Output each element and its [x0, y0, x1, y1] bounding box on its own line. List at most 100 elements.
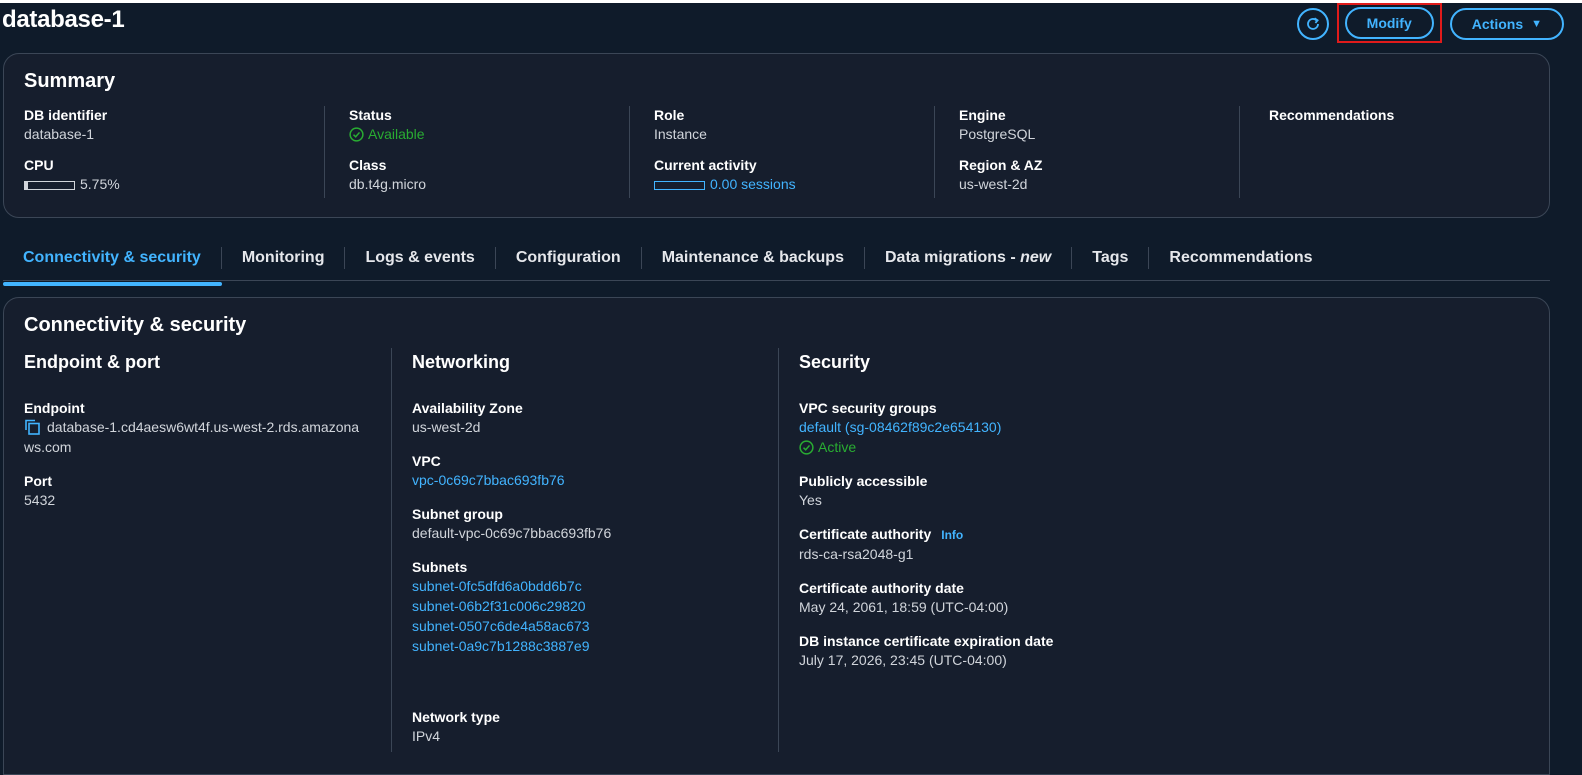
cpu-label: CPU	[24, 157, 54, 173]
vpc-sg-field: VPC security groups default (sg-08462f89…	[799, 399, 1278, 457]
cert-exp-field: DB instance certificate expiration date …	[799, 632, 1278, 670]
port-value: 5432	[24, 492, 56, 508]
port-field: Port 5432	[24, 472, 391, 510]
endpoint-port-column: Endpoint & port Endpoint database-1.cd4a…	[24, 348, 391, 752]
tab-maintenance-backups[interactable]: Maintenance & backups	[640, 247, 864, 269]
tab-configuration[interactable]: Configuration	[494, 247, 641, 269]
az-label: Availability Zone	[412, 400, 523, 416]
ca-date-label: Certificate authority date	[799, 580, 964, 596]
region-value: us-west-2d	[959, 176, 1028, 192]
ca-info-link[interactable]: Info	[941, 528, 963, 542]
modify-highlight: Modify	[1336, 3, 1442, 43]
subnet-link[interactable]: subnet-0fc5dfd6a0bdd6b7c	[412, 578, 582, 594]
networking-column: Networking Availability Zone us-west-2d …	[391, 348, 778, 752]
subnet-group-label: Subnet group	[412, 506, 503, 522]
ca-field: Certificate authority Info rds-ca-rsa2048…	[799, 525, 1278, 564]
cpu-meter	[24, 180, 75, 190]
class-label: Class	[349, 157, 387, 173]
tab-new-badge: new	[1020, 249, 1052, 266]
check-circle-icon	[349, 126, 364, 142]
activity-meter	[654, 180, 705, 190]
ca-label-row: Certificate authority Info	[799, 525, 1278, 544]
public-value: Yes	[799, 492, 822, 508]
endpoint-line-2: ws.com	[24, 439, 72, 455]
subnet-link[interactable]: subnet-0a9c7b1288c3887e9	[412, 638, 590, 654]
tab-tags[interactable]: Tags	[1071, 247, 1148, 269]
class-value: db.t4g.micro	[349, 176, 427, 192]
networking-title: Networking	[412, 352, 511, 372]
current-activity-row: 0.00 sessions	[654, 174, 934, 194]
tab-data-migrations[interactable]: Data migrations - new	[863, 247, 1071, 269]
connectivity-title: Connectivity & security	[24, 314, 247, 336]
public-label: Publicly accessible	[799, 473, 928, 489]
sg-status-row: Active	[799, 437, 1278, 457]
endpoint-field: Endpoint database-1.cd4aesw6wt4f.us-west…	[24, 399, 391, 457]
tab-connectivity-security[interactable]: Connectivity & security	[3, 247, 222, 286]
network-type-label: Network type	[412, 709, 500, 725]
sg-status: Active	[818, 439, 857, 455]
endpoint-port-title: Endpoint & port	[24, 352, 160, 372]
actions-label: Actions	[1471, 16, 1524, 32]
subnet-link[interactable]: subnet-0507c6de4a58ac673	[412, 618, 590, 634]
summary-col-status: Status Available Class db.t4g.micro	[324, 106, 629, 198]
security-title: Security	[799, 352, 871, 372]
subnet-group-value: default-vpc-0c69c7bbac693fb76	[412, 525, 612, 541]
region-label: Region & AZ	[959, 157, 1043, 173]
cpu-value: 5.75%	[80, 176, 120, 192]
status-value-row: Available	[349, 124, 629, 144]
endpoint-value: database-1.cd4aesw6wt4f.us-west-2.rds.am…	[24, 417, 391, 457]
vpc-field: VPC vpc-0c69c7bbac693fb76	[412, 452, 778, 490]
tab-recommendations[interactable]: Recommendations	[1148, 247, 1332, 269]
caret-down-icon: ▼	[1531, 18, 1542, 30]
cert-exp-label: DB instance certificate expiration date	[799, 633, 1054, 649]
db-identifier-label: DB identifier	[24, 107, 108, 123]
security-column: Security VPC security groups default (sg…	[778, 348, 1278, 752]
refresh-button[interactable]	[1296, 8, 1329, 40]
engine-label: Engine	[959, 107, 1006, 123]
vpc-sg-label: VPC security groups	[799, 400, 937, 416]
vpc-link[interactable]: vpc-0c69c7bbac693fb76	[412, 472, 565, 488]
summary-col-identifier: DB identifier database-1 CPU 5.75%	[24, 106, 319, 198]
subnet-link[interactable]: subnet-06b2f31c006c29820	[412, 598, 586, 614]
ca-value: rds-ca-rsa2048-g1	[799, 546, 914, 562]
refresh-icon	[1306, 17, 1319, 30]
tab-monitoring[interactable]: Monitoring	[220, 247, 345, 269]
role-value: Instance	[654, 126, 707, 142]
recommendations-label: Recommendations	[1269, 107, 1395, 123]
detail-tabs: Connectivity & security Monitoring Logs …	[3, 236, 1550, 286]
summary-col-recommendations: Recommendations	[1239, 106, 1529, 198]
status-label: Status	[349, 107, 392, 123]
network-type-value: IPv4	[412, 728, 441, 744]
actions-button[interactable]: Actions ▼	[1449, 8, 1564, 40]
security-group-link[interactable]: default (sg-08462f89c2e654130)	[799, 419, 1001, 435]
ca-date-field: Certificate authority date May 24, 2061,…	[799, 579, 1278, 617]
header-actions: Modify Actions ▼	[1296, 3, 1564, 43]
az-value: us-west-2d	[412, 419, 481, 435]
role-label: Role	[654, 107, 685, 123]
modify-button[interactable]: Modify	[1344, 7, 1434, 39]
copy-icon[interactable]	[24, 419, 41, 435]
subnets-label: Subnets	[412, 559, 468, 575]
tab-logs-events[interactable]: Logs & events	[344, 247, 494, 269]
endpoint-label: Endpoint	[24, 400, 85, 416]
cert-exp-value: July 17, 2026, 23:45 (UTC-04:00)	[799, 652, 1007, 668]
ca-label: Certificate authority	[799, 526, 932, 542]
summary-title: Summary	[24, 70, 116, 92]
summary-panel: Summary DB identifier database-1 CPU 5.7…	[3, 53, 1550, 218]
cpu-value-row: 5.75%	[24, 174, 319, 194]
current-activity-link[interactable]: 0.00 sessions	[710, 176, 796, 192]
public-field: Publicly accessible Yes	[799, 472, 1278, 510]
vpc-label: VPC	[412, 453, 441, 469]
port-label: Port	[24, 473, 52, 489]
subnet-group-field: Subnet group default-vpc-0c69c7bbac693fb…	[412, 505, 778, 543]
ca-date-value: May 24, 2061, 18:59 (UTC-04:00)	[799, 599, 1009, 615]
engine-value: PostgreSQL	[959, 126, 1036, 142]
summary-col-role: Role Instance Current activity 0.00 sess…	[629, 106, 934, 198]
check-circle-icon	[799, 439, 814, 455]
endpoint-line-1: database-1.cd4aesw6wt4f.us-west-2.rds.am…	[47, 419, 360, 435]
db-identifier-value: database-1	[24, 126, 95, 142]
current-activity-label: Current activity	[654, 157, 757, 173]
az-field: Availability Zone us-west-2d	[412, 399, 778, 437]
connectivity-panel: Connectivity & security Endpoint & port …	[3, 297, 1550, 775]
subnets-field: Subnets subnet-0fc5dfd6a0bdd6b7c subnet-…	[412, 558, 778, 656]
